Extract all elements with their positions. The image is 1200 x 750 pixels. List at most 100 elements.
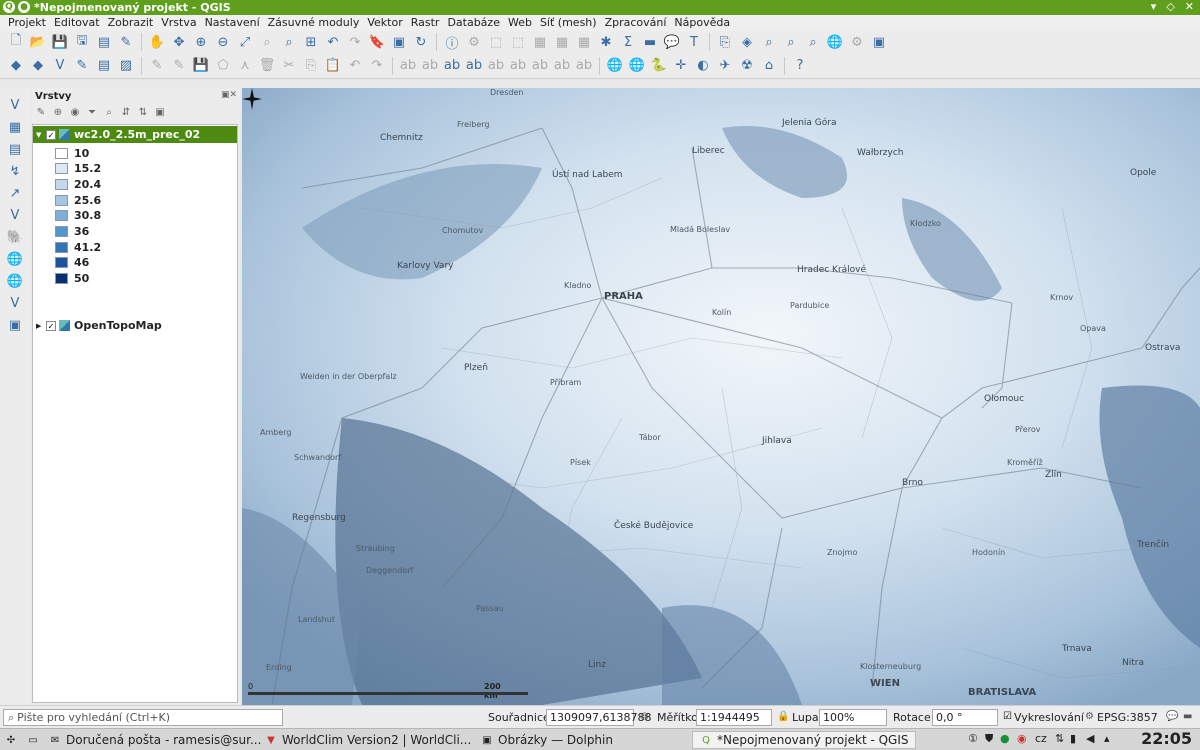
pan-icon[interactable]: ✋ (147, 32, 167, 52)
add-wms-layer-icon[interactable]: 🌐 (4, 250, 26, 268)
new-layer-menu-icon[interactable]: ▣ (4, 316, 26, 334)
zoom-native-icon[interactable]: ⊞ (301, 32, 321, 52)
new-project-icon[interactable]: 🗋 (6, 32, 26, 52)
remove-layer-icon[interactable]: ▣ (153, 107, 167, 121)
crosshair-icon[interactable]: ✛ (671, 56, 691, 76)
tray-dropbox-icon[interactable]: ⛊ (985, 732, 993, 746)
magnifier-spinbox[interactable]: 100% (819, 709, 887, 726)
extents-toggle-icon[interactable]: ◎ (640, 711, 649, 722)
crs-label[interactable]: EPSG:3857 (1097, 711, 1158, 724)
add-wfs-layer-icon[interactable]: V (4, 294, 26, 312)
plugin-a-icon[interactable]: ◈ (737, 32, 757, 52)
deselect-icon[interactable]: ▦ (530, 32, 550, 52)
task-dolphin[interactable]: ▣ Obrázky — Dolphin (480, 731, 613, 749)
field-calculator-icon[interactable]: ▦ (574, 32, 594, 52)
messages-icon[interactable]: 💬 (1166, 711, 1178, 722)
label-pin-icon[interactable]: ab (420, 56, 440, 76)
plugin-d-icon[interactable]: ⌕ (803, 32, 823, 52)
label-rotate-icon[interactable]: ab (486, 56, 506, 76)
plane-icon[interactable]: ✈ (715, 56, 735, 76)
delete-icon[interactable]: 🗑 (257, 56, 277, 76)
menu-zpracovani[interactable]: Zpracování (601, 15, 671, 31)
add-gps-icon[interactable]: ↗ (4, 184, 26, 202)
bookmark-icon[interactable]: 🔖 (367, 32, 387, 52)
tray-battery-icon[interactable]: ▮ (1070, 732, 1076, 745)
add-raster-layer-icon[interactable]: ▦ (4, 118, 26, 136)
coords-field[interactable]: 1309097,6138788 (546, 709, 651, 726)
task-qgis[interactable]: Q *Nepojmenovaný projekt - QGIS (692, 731, 916, 749)
expand-all-icon[interactable]: ⇵ (119, 107, 133, 121)
task-browser[interactable]: ▼ WorldClim Version2 | WorldCli... (264, 731, 471, 749)
style-panel-icon[interactable]: ✎ (34, 107, 48, 121)
add-wcs-layer-icon[interactable]: 🌐 (4, 272, 26, 290)
tray-volume-icon[interactable]: ◀ (1086, 732, 1094, 745)
tray-network-icon[interactable]: ⇅ (1055, 732, 1064, 745)
measure-icon[interactable]: ▬ (640, 32, 660, 52)
save-project-icon[interactable]: 💾 (50, 32, 70, 52)
menu-napoveda[interactable]: Nápověda (670, 15, 734, 31)
globe-a-icon[interactable]: 🌐 (605, 56, 625, 76)
zoom-full-icon[interactable]: ⤢ (235, 32, 255, 52)
zoom-next-icon[interactable]: ↷ (345, 32, 365, 52)
tray-chat-icon[interactable]: ● (1000, 732, 1010, 745)
add-vector-icon[interactable]: V (50, 56, 70, 76)
add-layer-icon[interactable]: ◆ (6, 56, 26, 76)
pin-icon[interactable]: ● (18, 1, 30, 13)
map-tips-icon[interactable]: 💬 (662, 32, 682, 52)
minimize-icon[interactable]: ▾ (1151, 0, 1157, 13)
layer-item-wc2[interactable]: ▼ ✓ wc2.0_2.5m_prec_02 (33, 126, 237, 143)
keyboard-layout[interactable]: cz (1035, 732, 1047, 745)
paste-icon[interactable]: 📋 (323, 56, 343, 76)
open-project-icon[interactable]: 📂 (28, 32, 48, 52)
filter-icon[interactable]: ⏷ (85, 107, 99, 121)
maximize-icon[interactable]: ◇ (1166, 0, 1174, 13)
help-icon[interactable]: ? (790, 56, 810, 76)
menu-rastr[interactable]: Rastr (407, 15, 444, 31)
text-annotation-icon[interactable]: T (684, 32, 704, 52)
gps-icon[interactable]: ◐ (693, 56, 713, 76)
menu-web[interactable]: Web (504, 15, 536, 31)
hazard-icon[interactable]: ☢ (737, 56, 757, 76)
refresh-icon[interactable]: ↻ (411, 32, 431, 52)
menu-databaze[interactable]: Databáze (443, 15, 504, 31)
attribute-table-icon[interactable]: ▦ (552, 32, 572, 52)
print-layout-icon[interactable]: ▤ (94, 32, 114, 52)
globe-icon[interactable]: 🌐 (825, 32, 845, 52)
menu-nastaveni[interactable]: Nastavení (201, 15, 264, 31)
copy-features-icon[interactable]: ⎘ (301, 56, 321, 76)
collapse-all-icon[interactable]: ⇅ (136, 107, 150, 121)
label-b-icon[interactable]: ab (552, 56, 572, 76)
close-icon[interactable]: ✕ (1185, 0, 1194, 13)
menu-editovat[interactable]: Editovat (50, 15, 104, 31)
identify-icon[interactable]: ⓘ (442, 32, 462, 52)
globe-b-icon[interactable]: 🌐 (627, 56, 647, 76)
show-desktop-icon[interactable]: ▭ (26, 731, 40, 749)
show-bookmarks-icon[interactable]: ▣ (389, 32, 409, 52)
processing-toolbox-icon[interactable]: ✱ (596, 32, 616, 52)
python-icon[interactable]: 🐍 (649, 56, 669, 76)
digitize-icon[interactable]: ✎ (72, 56, 92, 76)
edit-icon[interactable]: ✎ (147, 56, 167, 76)
menu-zasuvne-moduly[interactable]: Zásuvné moduly (264, 15, 364, 31)
select-by-value-icon[interactable]: ⬚ (508, 32, 528, 52)
home-icon[interactable]: ⌂ (759, 56, 779, 76)
rotation-spinbox[interactable]: 0,0 ° (932, 709, 998, 726)
notifications-icon[interactable]: ▬ (1183, 711, 1192, 722)
zoom-last-icon[interactable]: ↶ (323, 32, 343, 52)
layer-checkbox[interactable]: ✓ (46, 320, 56, 331)
task-mail[interactable]: ✉ Doručená pošta - ramesis@sur... (48, 731, 262, 749)
zoom-out-icon[interactable]: ⊖ (213, 32, 233, 52)
save-edits-icon[interactable]: 💾 (191, 56, 211, 76)
statistics-icon[interactable]: Σ (618, 32, 638, 52)
pan-to-selection-icon[interactable]: ✥ (169, 32, 189, 52)
add-group-icon[interactable]: ⊕ (51, 107, 65, 121)
tray-updates-icon[interactable]: ① (968, 732, 978, 745)
label-a-icon[interactable]: ab (530, 56, 550, 76)
add-wms-icon[interactable]: ▤ (94, 56, 114, 76)
app-launcher-icon[interactable]: ✣ (4, 731, 18, 749)
add-spatialite-icon[interactable]: V (4, 206, 26, 224)
label-icon[interactable]: ab (398, 56, 418, 76)
crs-icon[interactable]: ⚙ (1085, 711, 1094, 722)
redo-icon[interactable]: ↷ (367, 56, 387, 76)
menu-sit-mesh[interactable]: Síť (mesh) (536, 15, 601, 31)
